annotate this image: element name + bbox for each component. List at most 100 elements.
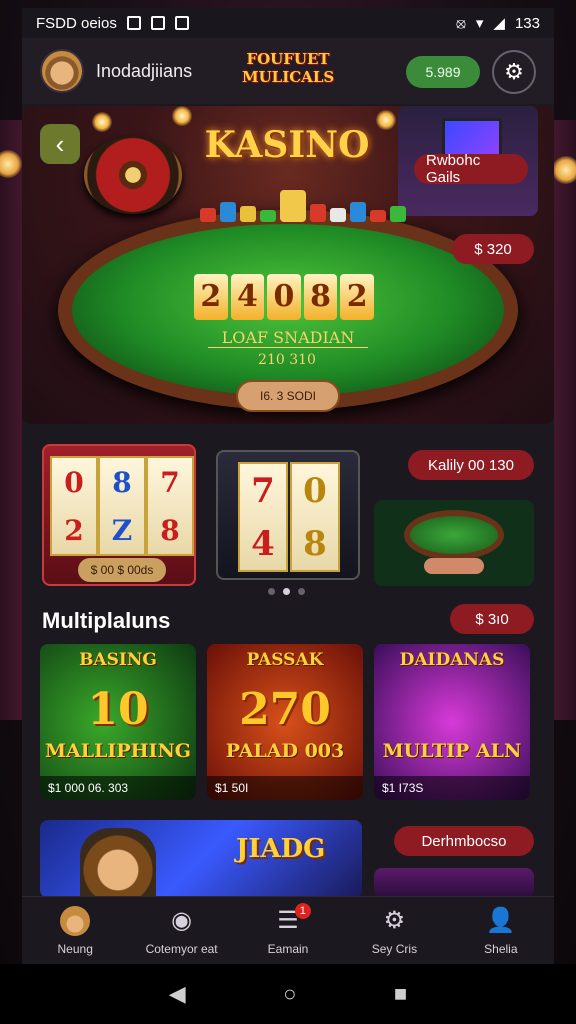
promo-card-right[interactable]: [374, 868, 534, 898]
roulette-wheel: [84, 136, 182, 214]
jackpot-digit: 2: [340, 274, 374, 320]
game-number: 10: [87, 684, 149, 735]
jackpot-digit: 0: [267, 274, 301, 320]
game-title: PASSAK: [246, 650, 324, 670]
chip-stack: [220, 202, 236, 222]
slot-reel: 08: [290, 462, 340, 572]
reel-symbol: 0: [64, 465, 84, 499]
hero-play-button[interactable]: I6. 3 SODI: [236, 380, 340, 412]
hero-banner[interactable]: KASINO ‹ Rwbohc Gails $ 320 2 4 0 8 2 LO…: [22, 106, 554, 424]
game-card[interactable]: BASING 10 MALLIPHING $1 000 06. 303: [40, 644, 196, 800]
settings-button[interactable]: ⚙: [492, 50, 536, 94]
lamp-right: [552, 156, 576, 184]
tab-chips[interactable]: ☰ 1 Eamain: [235, 897, 341, 964]
game-card[interactable]: DAIDANAS MULTIP ALN $1 I73S: [374, 644, 530, 800]
slot-reel: 02: [50, 456, 98, 556]
promo-card[interactable]: JIADG: [40, 820, 362, 898]
home-nav-icon[interactable]: ○: [283, 981, 296, 1007]
card-price-pill[interactable]: $ 00 $ 00ds: [78, 558, 166, 582]
mini-table-pill[interactable]: [424, 558, 484, 574]
roulette-icon: ◉: [171, 907, 193, 934]
game-subtitle: MULTIP ALN: [382, 740, 522, 762]
back-nav-icon[interactable]: ◀: [169, 981, 186, 1007]
felt-subtext: 210 310: [258, 352, 316, 368]
carousel-dots: [268, 588, 305, 595]
recents-nav-icon[interactable]: ■: [394, 981, 407, 1007]
back-button[interactable]: ‹: [40, 124, 80, 164]
balance-pill[interactable]: 5.989: [406, 56, 480, 88]
chip-stack: [330, 208, 346, 222]
game-title: BASING: [79, 650, 157, 670]
felt-text: LOAF SNADIAN: [208, 328, 368, 348]
reel-symbol: 7: [160, 465, 180, 499]
hero-amount-badge[interactable]: $ 320: [452, 234, 534, 264]
chip-stack: [350, 202, 366, 222]
mini-poker-table: [404, 510, 504, 560]
tab-home[interactable]: Neung: [22, 897, 128, 964]
hero-top-badge[interactable]: Rwbohc Gails: [414, 152, 528, 186]
tab-label: Eamain: [267, 941, 309, 956]
tab-settings[interactable]: ⚙ Sey Cris: [341, 897, 447, 964]
character-icon: [80, 828, 156, 898]
carousel-badge[interactable]: Kalily 00 130: [408, 450, 534, 480]
tab-profile[interactable]: 👤 Shelia: [448, 897, 554, 964]
jackpot-digit: 8: [303, 274, 338, 320]
carousel-dot-active[interactable]: [283, 588, 290, 595]
mail-icon: [174, 16, 189, 30]
carousel-card-reels[interactable]: 74 08: [216, 450, 360, 580]
wifi-icon: ▾: [475, 15, 484, 32]
gear-icon: ⚙: [504, 59, 524, 84]
jackpot-digit: 4: [230, 274, 265, 320]
game-subtitle: PALAD 003: [225, 740, 345, 762]
status-bar: FSDD oeios ⦻ ▾ ◢ 133: [22, 8, 554, 38]
slot-reel: 78: [146, 456, 194, 556]
hero-title: KASINO: [204, 124, 370, 166]
bottom-tab-bar: Neung ◉ Cotemyor eat ☰ 1 Eamain ⚙ Sey Cr…: [22, 896, 554, 964]
status-time: 133: [514, 14, 540, 32]
tab-label: Shelia: [484, 941, 518, 956]
signal-icon: ◢: [493, 15, 505, 32]
username: Inodadjiians: [96, 60, 193, 81]
chip-stacks: [200, 186, 410, 222]
jackpot-digit: 2: [194, 274, 228, 320]
status-carrier: FSDD oeios: [36, 14, 117, 32]
notification-badge: 1: [294, 903, 311, 919]
carousel-dot[interactable]: [298, 588, 305, 595]
gear-icon: ⚙: [383, 907, 406, 934]
chip-stack: [370, 210, 386, 222]
game-subtitle: MALLIPHING: [44, 740, 192, 762]
game-title: DAIDANAS: [399, 650, 505, 670]
game-card[interactable]: PASSAK 270 PALAD 003 $1 50I: [207, 644, 363, 800]
section-badge[interactable]: $ 3ı0: [450, 604, 534, 634]
reel-symbol: 8: [303, 523, 327, 564]
avatar[interactable]: [40, 49, 84, 93]
game-number: 270: [239, 684, 331, 735]
promo-badge[interactable]: Derhmbocso: [394, 826, 534, 856]
jackpot-counter: 2 4 0 8 2: [194, 274, 374, 320]
tab-label: Sey Cris: [371, 941, 418, 956]
carousel-card-table[interactable]: [374, 500, 534, 586]
tab-category[interactable]: ◉ Cotemyor eat: [128, 897, 234, 964]
notification-icon: [126, 16, 141, 30]
carousel-card-slots[interactable]: 02 8Z 78 $ 00 $ 00ds: [42, 444, 196, 586]
slot-reel: 74: [238, 462, 288, 572]
reel-symbol: 7: [251, 470, 275, 511]
chip-stack: [310, 204, 326, 222]
user-hat-icon: [60, 905, 91, 936]
spotlight: [172, 106, 192, 126]
reel-symbol: 0: [303, 470, 327, 511]
system-nav-bar: ◀ ○ ■: [0, 964, 576, 1024]
game-footer: $1 000 06. 303: [40, 776, 196, 800]
app-header: Inodadjiians FOUFUET MULICALS 5.989 ⚙: [22, 38, 554, 104]
profile-icon: 👤: [485, 907, 516, 934]
chevron-left-icon: ‹: [55, 128, 65, 159]
reel-symbol: Z: [111, 513, 133, 547]
reel-symbol: 8: [160, 513, 180, 547]
shield-icon: [150, 16, 165, 30]
carousel-dot[interactable]: [268, 588, 275, 595]
section-title: Multiplaluns: [42, 608, 171, 633]
phone-screen: FSDD oeios ⦻ ▾ ◢ 133 Inodadjiians FOUFUE…: [22, 8, 554, 964]
chip-stack: [260, 210, 276, 222]
reel-symbol: 2: [64, 513, 84, 547]
vibrate-icon: ⦻: [455, 14, 466, 32]
